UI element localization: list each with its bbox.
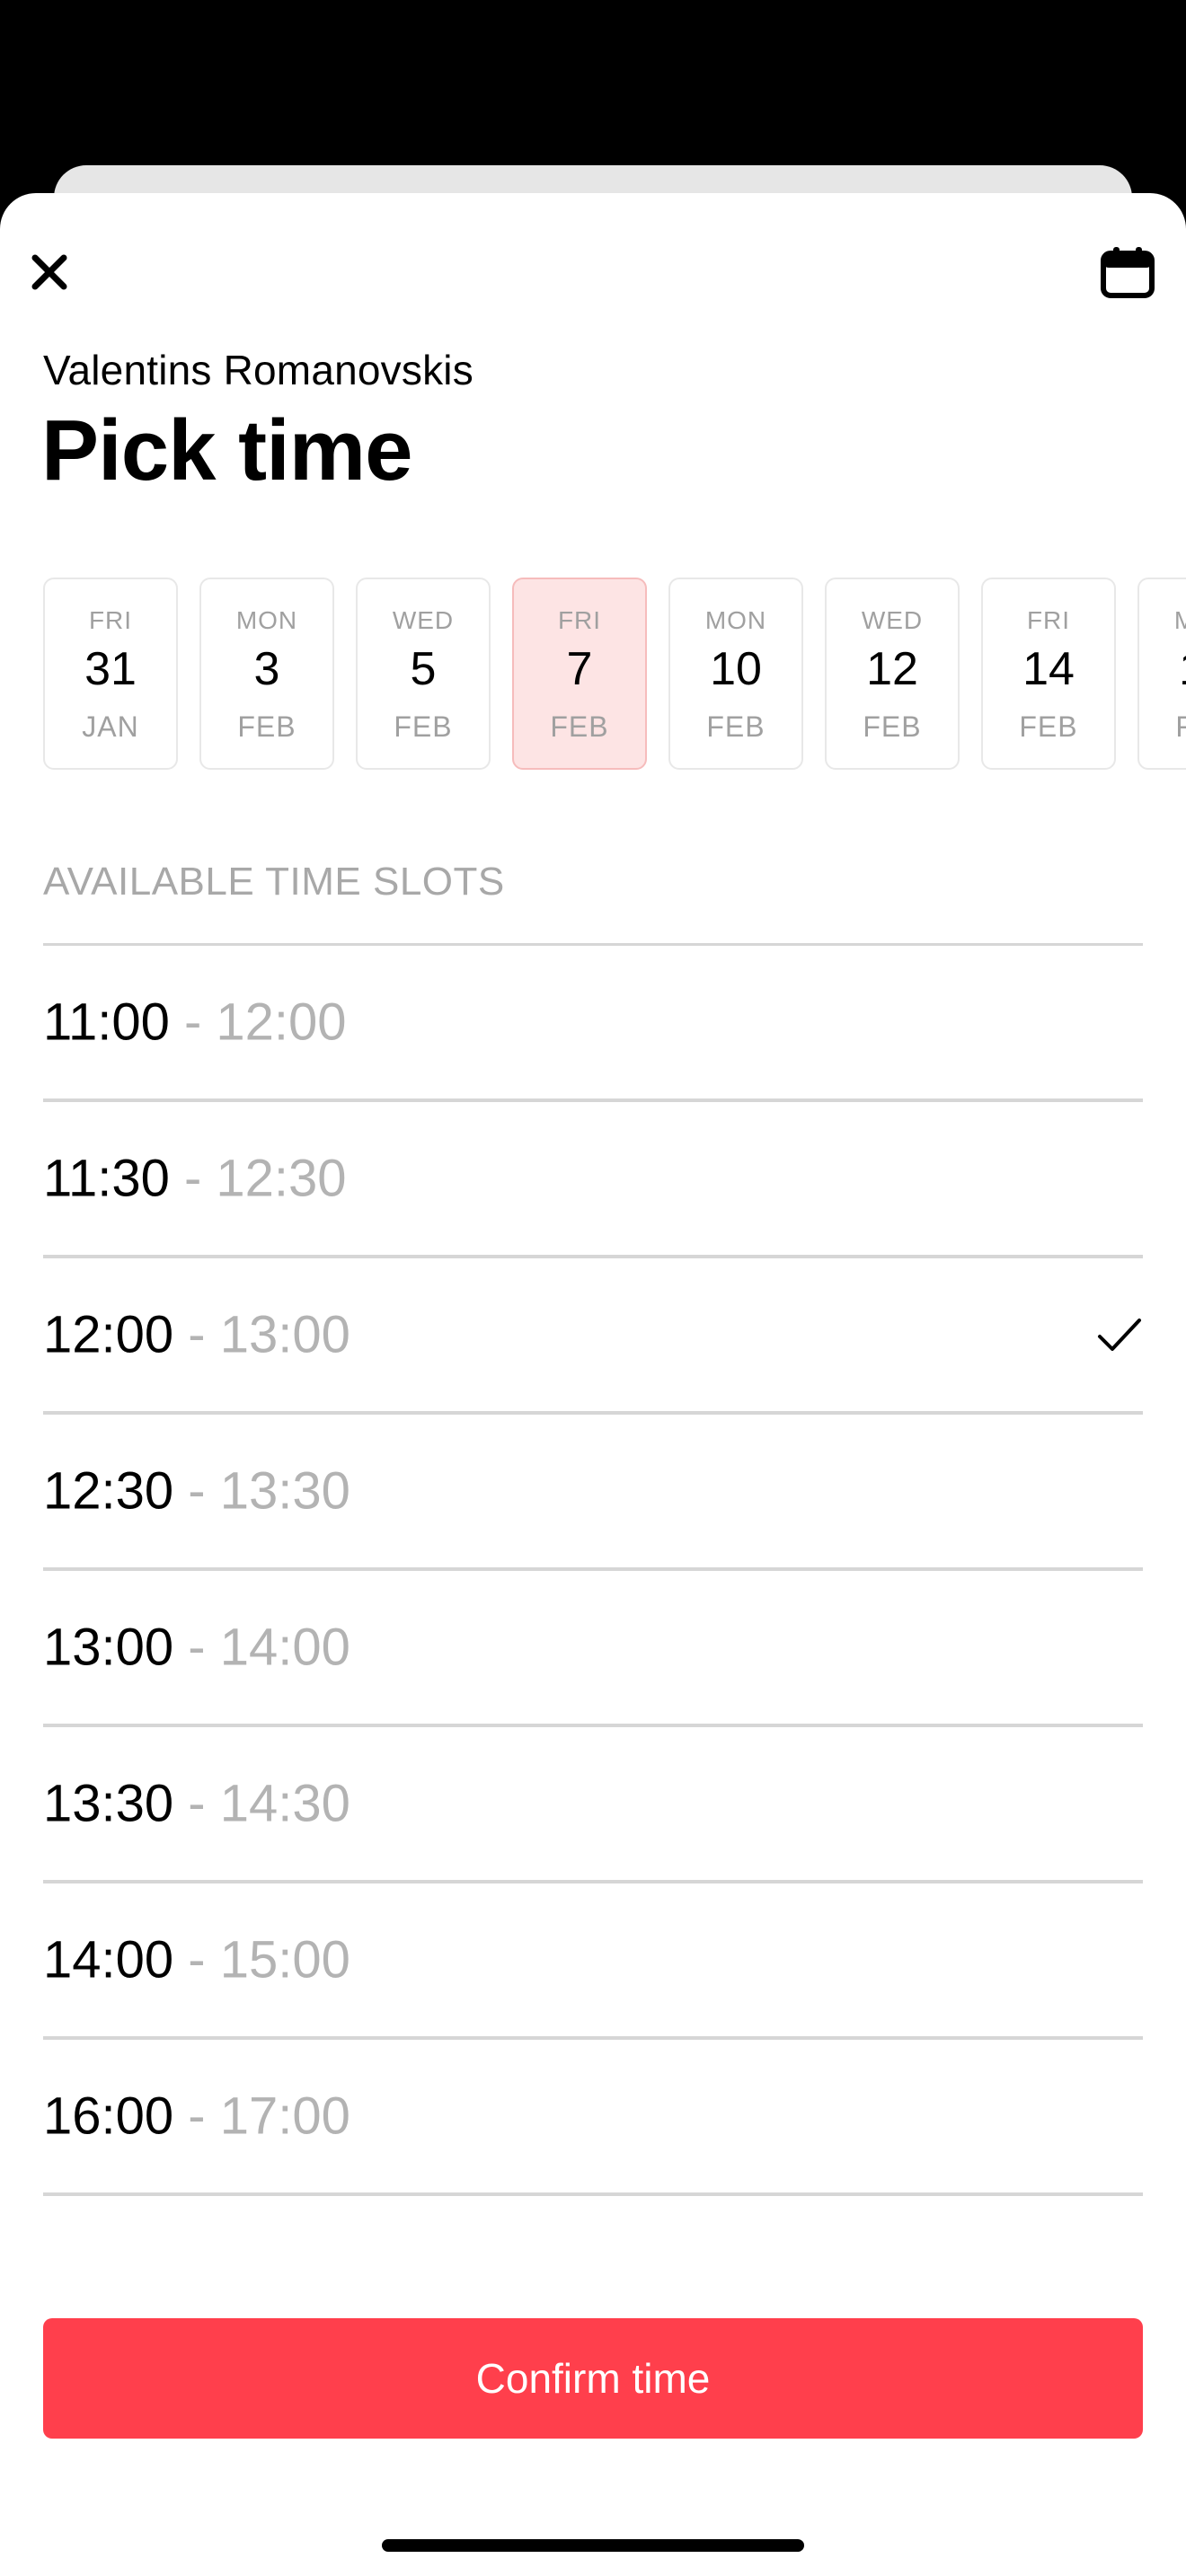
close-icon (31, 254, 67, 290)
slot-start-time: 11:00 (43, 992, 170, 1052)
date-weekday: MON (1173, 606, 1186, 634)
date-card[interactable]: FRI 14 FEB (981, 578, 1116, 770)
date-day: 3 (253, 643, 280, 695)
checkmark-icon (1098, 1319, 1141, 1351)
calendar-icon (1101, 247, 1155, 298)
close-button[interactable] (20, 243, 79, 302)
slot-end-time: - 13:30 (188, 1461, 350, 1521)
date-weekday: FRI (557, 606, 602, 634)
slot-end-time: - 13:00 (188, 1305, 350, 1364)
time-slot-row[interactable]: 13:00 - 14:00 (43, 1571, 1143, 1727)
slot-end-time: - 14:00 (188, 1618, 350, 1677)
date-weekday: MON (704, 606, 767, 634)
date-card[interactable]: FRI 31 JAN (43, 578, 178, 770)
time-slot-row[interactable]: 12:30 - 13:30 (43, 1415, 1143, 1571)
date-day: 31 (84, 643, 137, 695)
date-month: FEB (550, 710, 609, 743)
slot-start-time: 13:30 (43, 1774, 174, 1833)
pick-time-sheet: Valentins Romanovskis Pick time FRI 31 J… (0, 193, 1186, 2576)
home-indicator (382, 2539, 804, 2552)
date-weekday: FRI (88, 606, 133, 634)
date-weekday: WED (861, 606, 924, 634)
date-card[interactable]: WED 5 FEB (356, 578, 491, 770)
date-month: FEB (237, 710, 296, 743)
date-month: FEB (863, 710, 922, 743)
date-card[interactable]: MON 17 FEB (1137, 578, 1186, 770)
date-day: 10 (710, 643, 762, 695)
slot-end-time: - 14:30 (188, 1774, 350, 1833)
date-month: FEB (394, 710, 453, 743)
date-card[interactable]: WED 12 FEB (825, 578, 960, 770)
date-month: FEB (1019, 710, 1078, 743)
date-day: 7 (566, 643, 593, 695)
slot-end-time: - 12:30 (183, 1149, 347, 1208)
date-weekday: FRI (1026, 606, 1071, 634)
date-weekday: MON (235, 606, 298, 634)
date-month: FEB (1175, 710, 1186, 743)
slot-end-time: - 15:00 (188, 1930, 350, 1989)
slot-end-time: - 17:00 (188, 2086, 350, 2146)
date-month: JAN (82, 710, 139, 743)
slot-start-time: 13:00 (43, 1618, 174, 1677)
date-month: FEB (706, 710, 766, 743)
calendar-button[interactable] (1098, 243, 1157, 302)
slot-start-time: 14:00 (43, 1930, 174, 1989)
date-card[interactable]: MON 3 FEB (199, 578, 334, 770)
time-slot-row[interactable]: 13:30 - 14:30 (43, 1727, 1143, 1883)
page-title: Pick time (41, 402, 413, 498)
time-slot-row[interactable]: 16:00 - 17:00 (43, 2040, 1143, 2196)
slot-start-time: 16:00 (43, 2086, 174, 2146)
time-slot-row[interactable]: 14:00 - 15:00 (43, 1883, 1143, 2040)
slot-start-time: 12:00 (43, 1305, 174, 1364)
time-slot-row[interactable]: 11:30 - 12:30 (43, 1102, 1143, 1258)
date-day: 12 (866, 643, 918, 695)
date-weekday: WED (392, 606, 455, 634)
provider-name: Valentins Romanovskis (43, 347, 474, 393)
slot-start-time: 11:30 (43, 1149, 170, 1208)
date-card-selected[interactable]: FRI 7 FEB (512, 578, 647, 770)
slot-start-time: 12:30 (43, 1461, 174, 1521)
time-slots-heading: AVAILABLE TIME SLOTS (43, 860, 505, 904)
date-day: 17 (1139, 642, 1186, 696)
confirm-time-button[interactable]: Confirm time (43, 2318, 1143, 2439)
screen: Valentins Romanovskis Pick time FRI 31 J… (0, 0, 1186, 2576)
slot-end-time: - 12:00 (183, 992, 347, 1052)
time-slot-row[interactable]: 11:00 - 12:00 (43, 946, 1143, 1102)
time-slot-row-selected[interactable]: 12:00 - 13:00 (43, 1258, 1143, 1415)
date-picker-strip[interactable]: FRI 31 JAN MON 3 FEB WED 5 FEB FRI 7 FEB… (43, 578, 1186, 772)
date-day: 5 (410, 643, 437, 695)
date-day: 14 (1022, 643, 1075, 695)
date-card[interactable]: MON 10 FEB (668, 578, 803, 770)
